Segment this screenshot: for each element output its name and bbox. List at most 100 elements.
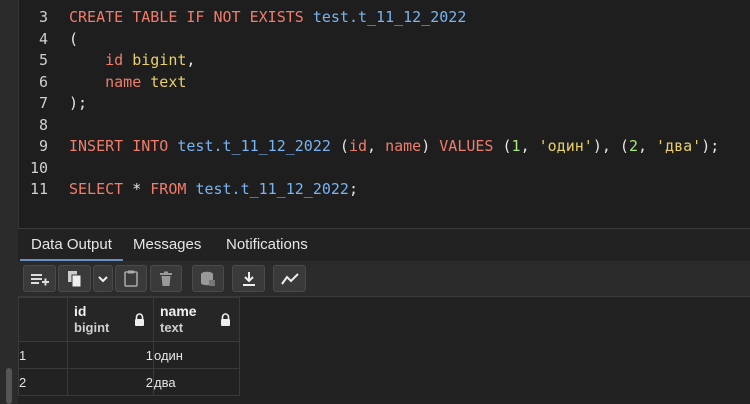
line-number: 9 <box>38 137 48 155</box>
code-token: ); <box>69 94 88 112</box>
code-line[interactable]: 10 <box>0 158 750 179</box>
row-number[interactable]: 1 <box>18 341 68 369</box>
line-number: 3 <box>38 8 48 26</box>
line-number: 8 <box>38 115 48 134</box>
code-line[interactable]: 4( <box>0 29 750 50</box>
code-text: ); <box>69 93 87 114</box>
trash-icon <box>160 271 172 286</box>
tab-messages[interactable]: Messages <box>122 229 212 261</box>
code-token: 1 <box>511 137 521 155</box>
code-text: id bigint, <box>69 50 195 71</box>
code-token: 'один' <box>538 137 593 155</box>
cell-id[interactable]: 2 <box>67 368 154 396</box>
lock-icon <box>135 313 144 326</box>
tab-notifications[interactable]: Notifications <box>215 229 319 261</box>
paste-icon <box>124 270 138 287</box>
code-token: , <box>186 51 196 69</box>
line-number: 6 <box>38 72 48 91</box>
cell-name[interactable]: один <box>153 341 240 369</box>
code-token: test.t_11_12_2022 <box>177 137 331 155</box>
line-number: 10 <box>29 158 48 177</box>
column-name: name <box>160 303 197 319</box>
scrollbar-thumb[interactable] <box>6 368 12 404</box>
download-button[interactable] <box>232 265 265 292</box>
cell-id[interactable]: 1 <box>67 341 154 369</box>
code-line[interactable]: 9 INSERT INTO test.t_11_12_2022 (id, name… <box>0 136 750 157</box>
column-type: bigint <box>74 320 110 335</box>
code-line[interactable]: 8 <box>0 115 750 136</box>
column-header-id[interactable]: id bigint <box>67 297 154 342</box>
results-toolbar <box>18 261 750 297</box>
code-line[interactable]: 6 name text <box>0 72 750 93</box>
side-strip <box>0 0 19 404</box>
column-type: text <box>160 320 184 335</box>
code-token: INSERT INTO <box>69 137 178 155</box>
code-token: id <box>348 137 368 155</box>
line-number: 4 <box>38 29 48 48</box>
code-token: * <box>132 180 151 198</box>
code-token: name <box>385 137 422 155</box>
line-number: 7 <box>38 94 48 112</box>
results-tabs: Data Output Messages Notifications <box>18 228 750 262</box>
paste-button[interactable] <box>115 265 147 292</box>
code-token: text <box>141 72 187 91</box>
code-token: SELECT <box>69 180 133 198</box>
table-header-row: id bigint name text <box>18 297 240 342</box>
code-token: ; <box>348 180 358 198</box>
code-token: name <box>105 72 142 91</box>
code-token: VALUES <box>439 137 494 155</box>
code-token: CREATE TABLE IF NOT EXISTS <box>69 8 313 26</box>
lock-icon <box>221 313 230 326</box>
table-row[interactable]: 2 2 два <box>18 368 240 396</box>
column-header-name[interactable]: name text <box>153 297 240 342</box>
graph-button[interactable] <box>273 265 306 292</box>
code-line[interactable]: 11 SELECT * FROM test.t_11_12_2022; <box>0 179 750 200</box>
sql-editor[interactable]: 3 CREATE TABLE IF NOT EXISTS test.t_11_12… <box>0 0 750 228</box>
add-row-icon <box>30 273 49 285</box>
results-table: id bigint name text 1 1 один 2 2 два <box>18 297 240 396</box>
code-text: name text <box>69 72 186 93</box>
copy-options-dropdown[interactable] <box>93 265 113 292</box>
code-line[interactable]: 7); <box>0 93 750 114</box>
code-text: SELECT * FROM test.t_11_12_2022; <box>69 179 358 200</box>
code-text: CREATE TABLE IF NOT EXISTS test.t_11_12_… <box>69 7 466 28</box>
code-token: test.t_11_12_2022 <box>312 8 467 26</box>
code-token: ( <box>493 137 512 155</box>
code-text: ( <box>69 29 78 50</box>
code-token: 'два' <box>656 137 702 155</box>
code-token: FROM <box>150 180 196 198</box>
table-row[interactable]: 1 1 один <box>18 341 240 369</box>
chevron-down-icon <box>98 275 108 282</box>
code-token: ( <box>69 29 79 48</box>
copy-icon <box>67 270 81 287</box>
code-text: INSERT INTO test.t_11_12_2022 (id, name)… <box>69 136 719 157</box>
download-icon <box>242 271 255 286</box>
database-save-icon <box>201 271 215 286</box>
line-number: 5 <box>38 51 48 69</box>
save-data-button[interactable] <box>192 265 224 292</box>
code-token: 2 <box>628 137 638 155</box>
column-name: id <box>74 303 87 319</box>
graph-icon <box>280 272 299 285</box>
cell-name[interactable]: два <box>153 368 240 396</box>
code-token: , <box>520 137 539 155</box>
code-token: , <box>367 137 386 155</box>
code-token: test.t_11_12_2022 <box>195 180 349 198</box>
row-number-header <box>18 297 68 342</box>
line-number: 11 <box>29 180 48 198</box>
row-number[interactable]: 2 <box>18 368 68 396</box>
delete-button[interactable] <box>150 265 182 292</box>
code-token: ( <box>330 137 349 155</box>
data-grid: id bigint name text 1 1 один 2 2 два <box>18 297 750 404</box>
code-token: , <box>637 137 657 155</box>
code-token: id <box>105 51 124 69</box>
copy-button[interactable] <box>58 265 91 292</box>
code-line[interactable]: 3 CREATE TABLE IF NOT EXISTS test.t_11_12… <box>0 7 750 28</box>
add-row-button[interactable] <box>23 265 56 292</box>
tab-data-output[interactable]: Data Output <box>20 229 123 261</box>
code-line[interactable]: 5 id bigint, <box>0 50 750 71</box>
code-token: ), ( <box>592 137 629 155</box>
code-token: ); <box>701 137 720 155</box>
